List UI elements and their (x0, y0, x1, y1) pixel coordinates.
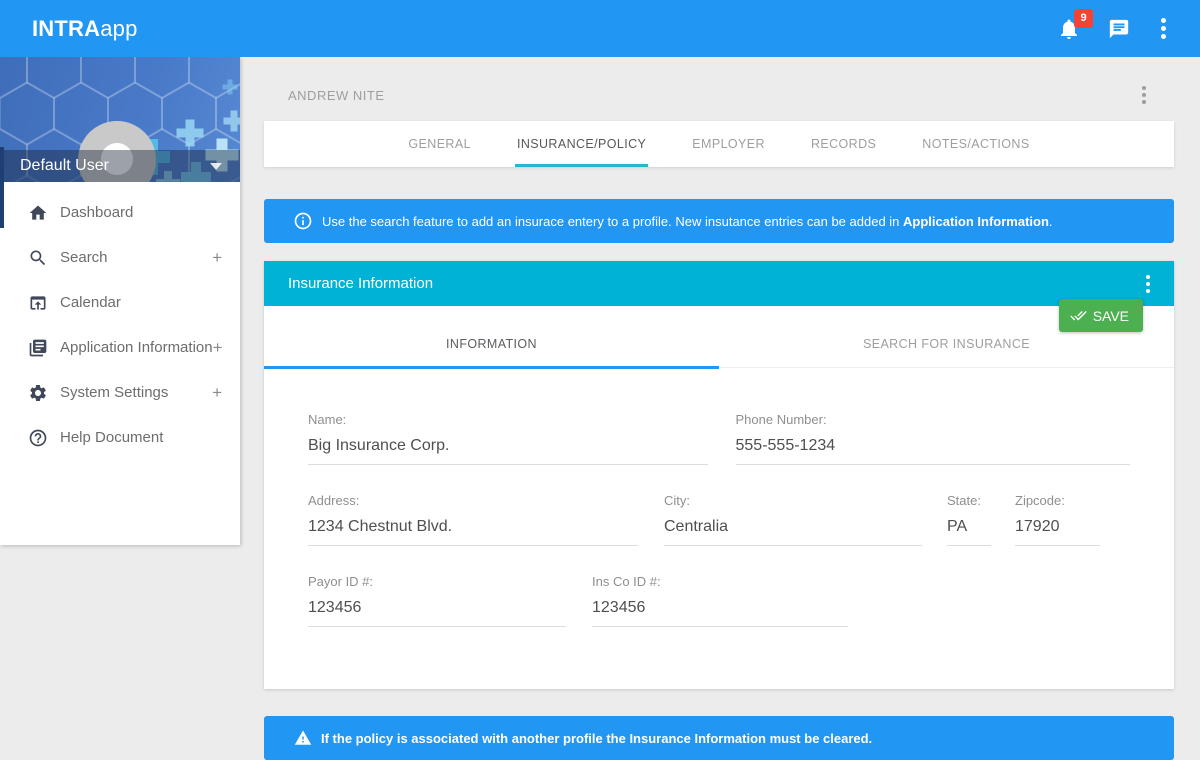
save-button[interactable]: SAVE (1059, 299, 1143, 332)
warning-triangle-icon (294, 729, 312, 747)
panel-menu-button[interactable] (1142, 271, 1154, 297)
state-field: State: (947, 493, 991, 546)
save-button-label: SAVE (1093, 308, 1129, 324)
zipcode-field: Zipcode: (1015, 493, 1100, 546)
insurance-form: Name: Phone Number: Address: City: (264, 368, 1174, 627)
main-content: ANDREW NITE GENERAL INSURANCE/POLICY EMP… (240, 57, 1200, 760)
profile-tabs: GENERAL INSURANCE/POLICY EMPLOYER RECORD… (264, 121, 1174, 167)
user-name: Default User (20, 157, 109, 175)
profile-menu-button[interactable] (1138, 82, 1150, 108)
sidebar-item-help-document[interactable]: Help Document (0, 415, 240, 460)
sidebar-item-label: System Settings (60, 384, 168, 401)
done-all-icon (1070, 307, 1087, 324)
sidebar-item-calendar[interactable]: Calendar (0, 280, 240, 325)
user-menu[interactable]: Default User (0, 150, 240, 182)
chat-icon (1108, 18, 1130, 40)
phone-field: Phone Number: (736, 412, 1131, 465)
address-label: Address: (308, 493, 638, 508)
phone-input[interactable] (736, 437, 1131, 465)
sidebar-item-label: Dashboard (60, 204, 133, 221)
ins-co-id-field: Ins Co ID #: (592, 574, 848, 627)
state-label: State: (947, 493, 991, 508)
sidebar-item-system-settings[interactable]: System Settings + (0, 370, 240, 415)
gear-icon (28, 383, 48, 403)
question-circle-icon (28, 428, 48, 448)
notification-badge: 9 (1074, 9, 1093, 28)
sidebar-profile: Default User (0, 57, 240, 182)
city-label: City: (664, 493, 922, 508)
search-icon (28, 248, 48, 268)
tab-information[interactable]: INFORMATION (264, 306, 719, 367)
info-banner-text: Use the search feature to add an insurac… (322, 214, 1053, 229)
sidebar-item-label: Help Document (60, 429, 163, 446)
info-icon (293, 211, 313, 231)
tab-records[interactable]: RECORDS (809, 121, 878, 167)
city-input[interactable] (664, 518, 922, 546)
active-item-indicator (0, 147, 4, 228)
payor-id-input[interactable] (308, 599, 566, 627)
expand-plus-icon[interactable]: + (212, 248, 222, 268)
top-header: INTRAapp 9 (0, 0, 1200, 57)
zipcode-label: Zipcode: (1015, 493, 1100, 508)
header-actions: 9 (1057, 14, 1170, 43)
brand-light: app (100, 16, 137, 41)
profile-header: ANDREW NITE (264, 57, 1174, 121)
open-in-browser-icon (28, 293, 48, 313)
sidebar-nav: Dashboard Search + Calendar Application … (0, 182, 240, 545)
sidebar-item-search[interactable]: Search + (0, 235, 240, 280)
tab-employer[interactable]: EMPLOYER (690, 121, 767, 167)
panel-title: Insurance Information (288, 275, 433, 292)
warning-banner-text: If the policy is associated with another… (321, 731, 872, 746)
sidebar: Default User Dashboard Search + Calendar… (0, 57, 240, 545)
brand-bold: INTRA (32, 16, 100, 41)
sidebar-item-dashboard[interactable]: Dashboard (0, 190, 240, 235)
panel-body: INFORMATION SEARCH FOR INSURANCE Name: P… (264, 306, 1174, 689)
state-input[interactable] (947, 518, 991, 546)
profile-name: ANDREW NITE (288, 88, 385, 103)
ins-co-id-label: Ins Co ID #: (592, 574, 848, 589)
insurance-panel-header: Insurance Information (264, 261, 1174, 306)
address-input[interactable] (308, 518, 638, 546)
tab-notes-actions[interactable]: NOTES/ACTIONS (920, 121, 1031, 167)
name-input[interactable] (308, 437, 708, 465)
chevron-down-icon (210, 163, 222, 170)
home-icon (28, 203, 48, 223)
name-field: Name: (308, 412, 708, 465)
policy-warning-banner: If the policy is associated with another… (264, 716, 1174, 760)
notifications-button[interactable]: 9 (1057, 17, 1081, 41)
payor-id-label: Payor ID #: (308, 574, 566, 589)
tab-insurance-policy[interactable]: INSURANCE/POLICY (515, 121, 648, 167)
zipcode-input[interactable] (1015, 518, 1100, 546)
city-field: City: (664, 493, 922, 546)
ins-co-id-input[interactable] (592, 599, 848, 627)
name-label: Name: (308, 412, 708, 427)
sidebar-item-label: Calendar (60, 294, 121, 311)
library-books-icon (28, 338, 48, 358)
expand-plus-icon[interactable]: + (213, 338, 223, 358)
sidebar-item-label: Search (60, 249, 108, 266)
phone-label: Phone Number: (736, 412, 1131, 427)
tab-general[interactable]: GENERAL (406, 121, 473, 167)
insurance-information-panel: Insurance Information SAVE INFORMATION S… (264, 261, 1174, 689)
sidebar-item-label: Application Information (60, 339, 213, 356)
expand-plus-icon[interactable]: + (212, 383, 222, 403)
messages-button[interactable] (1108, 18, 1130, 40)
insurance-subtabs: INFORMATION SEARCH FOR INSURANCE (264, 306, 1174, 368)
header-menu-button[interactable] (1157, 14, 1170, 43)
sidebar-item-application-information[interactable]: Application Information + (0, 325, 240, 370)
address-field: Address: (308, 493, 638, 546)
info-banner: Use the search feature to add an insurac… (264, 199, 1174, 243)
app-logo[interactable]: INTRAapp (32, 16, 138, 42)
payor-id-field: Payor ID #: (308, 574, 566, 627)
